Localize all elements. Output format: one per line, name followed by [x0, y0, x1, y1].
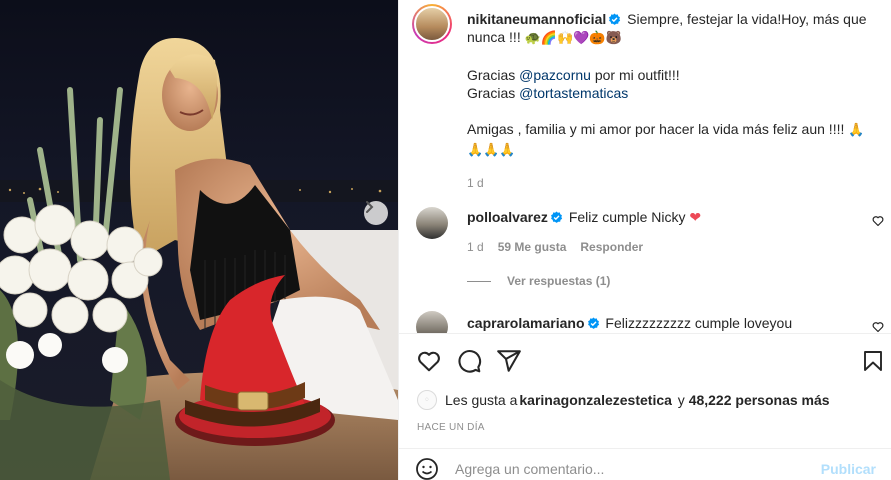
likes-count[interactable]: 48,222 personas más [689, 392, 830, 408]
comment-username[interactable]: polloalvarez [467, 209, 548, 225]
save-bookmark-icon[interactable] [861, 348, 885, 374]
comment-likes[interactable]: 59 Me gusta [498, 238, 567, 256]
like-comment-heart-icon[interactable] [872, 321, 884, 333]
author-username[interactable]: nikitaneumannoficial [467, 11, 606, 27]
post-details-pane: nikitaneumannoficial Siempre, festejar l… [398, 0, 891, 480]
mention-tortastematicas[interactable]: @tortastematicas [519, 85, 628, 101]
post-timestamp[interactable]: HACE UN DÍA [417, 422, 485, 433]
likes-middle: y [673, 392, 689, 408]
comment-age[interactable]: 1 d [467, 238, 484, 256]
comment-caprarolamariano: caprarolamariano Felizzzzzzzzz cumple lo… [467, 314, 847, 332]
friends-text: Amigas , familia y mi amor por hacer la … [467, 121, 849, 137]
view-replies-button[interactable]: Ver respuestas (1) [467, 274, 610, 288]
comment-text: Feliz cumple Nicky [568, 209, 690, 225]
thanks2-prefix: Gracias [467, 85, 520, 101]
add-comment-bar: Publicar [399, 448, 891, 480]
verified-badge-icon [587, 317, 599, 329]
share-paper-plane-icon[interactable] [496, 348, 522, 374]
comment-text: Felizzzzzzzzz cumple loveyou [605, 315, 793, 331]
emoji-smiley-icon[interactable] [415, 457, 439, 480]
like-heart-icon[interactable] [416, 348, 442, 374]
divider-line [467, 280, 491, 282]
view-replies-label: Ver respuestas (1) [507, 274, 611, 288]
author-avatar[interactable] [412, 4, 452, 44]
chevron-right-icon [366, 201, 374, 213]
photo-illustration [0, 38, 398, 480]
verified-badge-icon [609, 13, 621, 25]
thanks1-prefix: Gracias [467, 67, 520, 83]
comment-username[interactable]: caprarolamariano [467, 315, 585, 331]
thanks1-suffix: por mi outfit!!! [590, 67, 680, 83]
comment-bubble-icon[interactable] [456, 348, 482, 374]
comment-meta: 1 d 59 Me gusta Responder [467, 238, 847, 256]
next-photo-button[interactable] [364, 201, 388, 225]
post-photo[interactable] [0, 0, 398, 480]
commenter-avatar[interactable] [416, 207, 448, 239]
comment-polloalvarez: polloalvarez Feliz cumple Nicky ❤ 1 d 59… [467, 208, 847, 256]
like-comment-heart-icon[interactable] [872, 215, 884, 227]
post-caption: nikitaneumannoficial Siempre, festejar l… [467, 10, 877, 192]
commenter-avatar[interactable] [416, 311, 448, 333]
publish-button[interactable]: Publicar [821, 461, 876, 477]
post-actions: ◌ Les gusta a karinagonzalezestetica y 4… [399, 333, 891, 448]
liker-avatar[interactable]: ◌ [417, 390, 437, 410]
liker-username[interactable]: karinagonzalezestetica [519, 392, 672, 408]
likes-prefix: Les gusta a [445, 392, 518, 408]
post-age[interactable]: 1 d [467, 174, 877, 192]
caption-emojis: 🐢🌈🙌💜🎃🐻 [524, 31, 622, 46]
comments-section[interactable]: nikitaneumannoficial Siempre, festejar l… [399, 0, 891, 333]
comment-input[interactable] [455, 460, 821, 477]
mention-pazcornu[interactable]: @pazcornu [519, 67, 591, 83]
reply-button[interactable]: Responder [580, 238, 643, 256]
heart-emoji: ❤ [689, 209, 702, 225]
verified-badge-icon [551, 211, 563, 223]
likes-summary: ◌ Les gusta a karinagonzalezestetica y 4… [417, 390, 830, 410]
